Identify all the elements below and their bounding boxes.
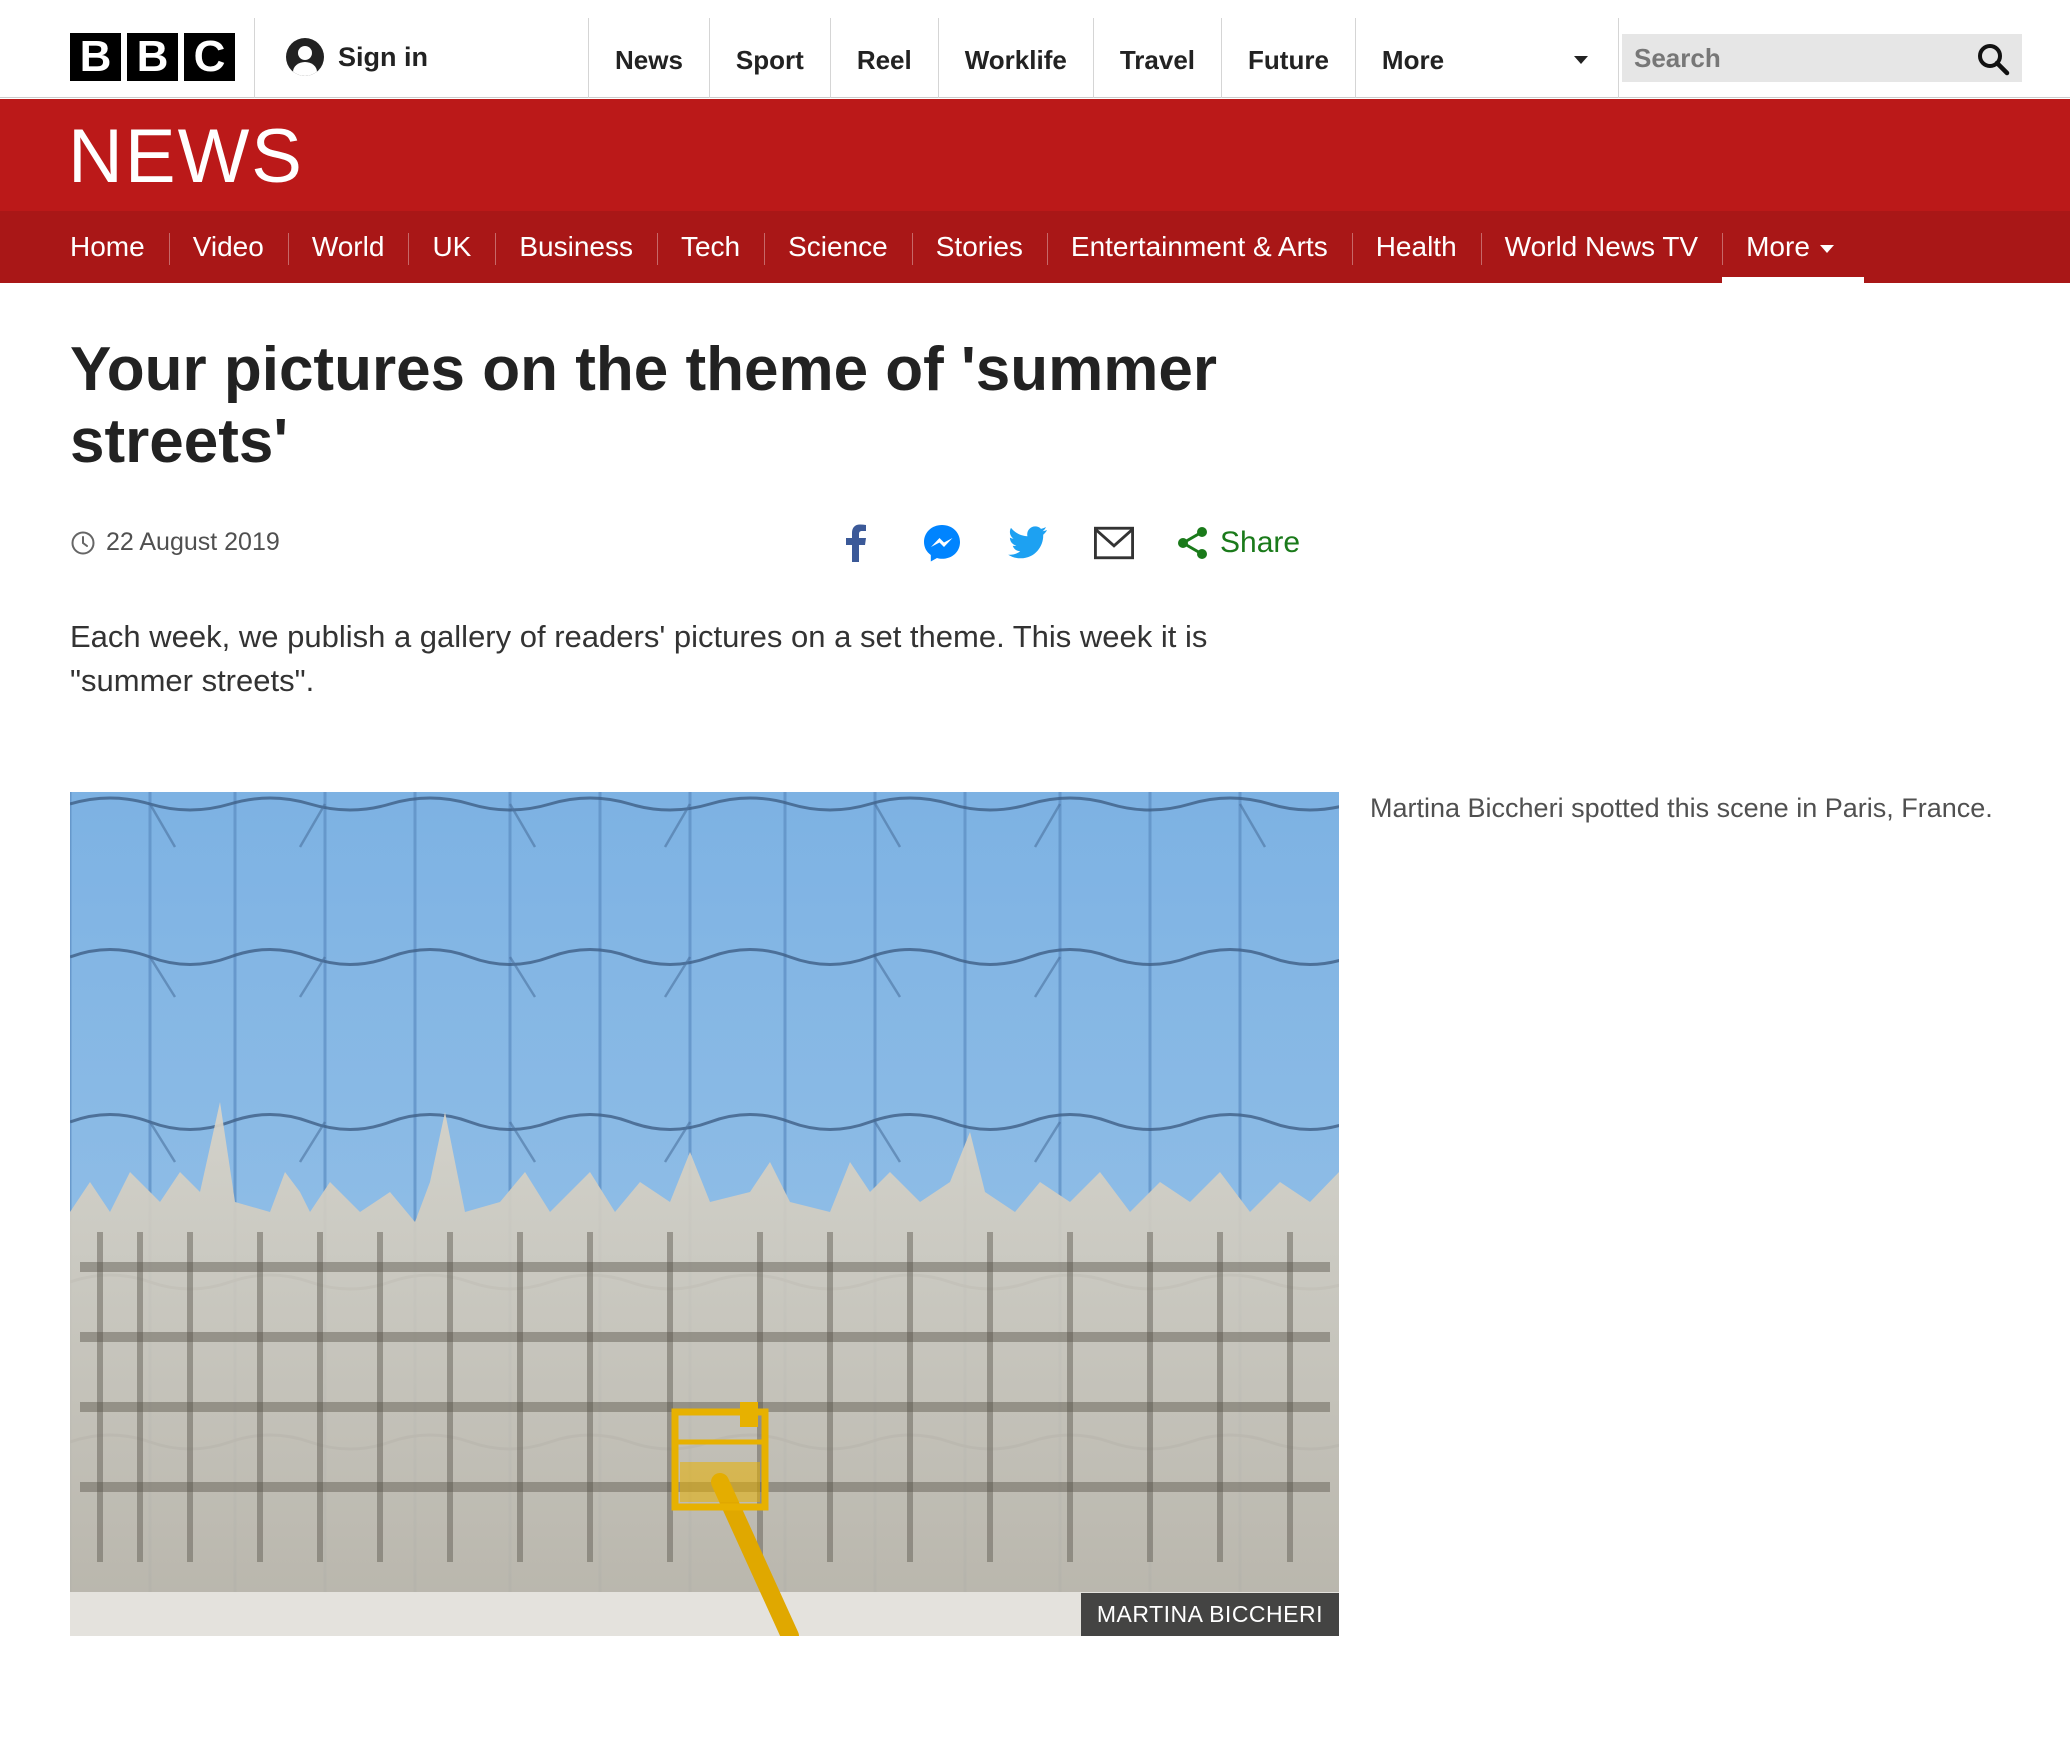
- section-nav-home[interactable]: Home: [46, 211, 169, 283]
- global-nav-more[interactable]: More: [1354, 18, 1619, 98]
- section-nav-stories[interactable]: Stories: [911, 211, 1047, 283]
- section-nav-world[interactable]: World: [287, 211, 409, 283]
- news-section-nav: Home Video World UK Business Tech Scienc…: [0, 211, 2070, 283]
- section-nav-entertainment-arts[interactable]: Entertainment & Arts: [1046, 211, 1352, 283]
- bbc-masthead: B B C Sign in News Sport Reel Worklife T…: [0, 0, 2070, 98]
- messenger-icon: [924, 525, 960, 562]
- search-input[interactable]: [1622, 34, 1952, 82]
- section-nav-uk[interactable]: UK: [408, 211, 495, 283]
- caret-down-icon: [1573, 56, 1588, 64]
- section-nav-more[interactable]: More: [1722, 211, 1864, 283]
- bbc-logo[interactable]: B B C: [70, 33, 235, 81]
- bbc-logo-letter: B: [70, 33, 121, 81]
- section-nav-world-news-tv[interactable]: World News TV: [1480, 211, 1722, 283]
- twitter-icon: [1008, 526, 1047, 559]
- article-date-text: 22 August 2019: [106, 528, 280, 556]
- section-nav-tech[interactable]: Tech: [656, 211, 764, 283]
- news-wordmark[interactable]: NEWS: [68, 113, 304, 200]
- article-intro: Each week, we publish a gallery of reade…: [70, 619, 1208, 698]
- messenger-share-button[interactable]: [922, 523, 962, 563]
- clock-icon: [71, 531, 95, 554]
- glass-facade-reflection-image: [70, 792, 1339, 1636]
- section-nav-business[interactable]: Business: [495, 211, 657, 283]
- search-icon[interactable]: [1976, 42, 2010, 76]
- twitter-share-button[interactable]: [1008, 523, 1048, 563]
- email-share-button[interactable]: [1094, 523, 1134, 563]
- global-nav-travel[interactable]: Travel: [1092, 18, 1221, 98]
- photo-credit: MARTINA BICCHERI: [1080, 1593, 1339, 1636]
- global-nav-worklife[interactable]: Worklife: [937, 18, 1093, 98]
- global-nav-sport[interactable]: Sport: [708, 18, 830, 98]
- article-date: 22 August 2019: [70, 528, 280, 557]
- global-nav-future[interactable]: Future: [1221, 18, 1355, 98]
- global-nav-more-label: More: [1381, 45, 1445, 75]
- search-box: [1622, 34, 2022, 82]
- email-icon: [1094, 526, 1134, 560]
- global-nav: News Sport Reel Worklife Travel Future M…: [588, 18, 1619, 98]
- share-button[interactable]: Share: [1176, 526, 1300, 560]
- bbc-logo-letter: C: [184, 33, 235, 81]
- sign-in-link[interactable]: Sign in: [286, 38, 428, 76]
- section-nav-video[interactable]: Video: [168, 211, 288, 283]
- section-nav-science[interactable]: Science: [764, 211, 912, 283]
- divider: [254, 18, 255, 98]
- article-headline: Your pictures on the theme of 'summer st…: [70, 335, 1217, 476]
- avatar-icon: [286, 38, 324, 76]
- news-banner: NEWS: [0, 99, 2070, 211]
- article-photo: MARTINA BICCHERI: [70, 792, 1339, 1636]
- share-icon: [1178, 527, 1207, 559]
- sign-in-label: Sign in: [338, 41, 428, 72]
- facebook-share-button[interactable]: [836, 523, 876, 563]
- global-nav-reel[interactable]: Reel: [829, 18, 938, 98]
- global-nav-news[interactable]: News: [588, 18, 709, 98]
- share-tools: Share: [836, 520, 1300, 566]
- share-label: Share: [1220, 526, 1301, 559]
- facebook-icon: [846, 524, 866, 562]
- bbc-logo-letter: B: [127, 33, 178, 81]
- section-nav-more-label: More: [1746, 231, 1810, 262]
- photo-caption: Martina Biccheri spotted this scene in P…: [1370, 793, 1993, 823]
- section-nav-health[interactable]: Health: [1351, 211, 1481, 283]
- caret-down-icon: [1819, 244, 1834, 253]
